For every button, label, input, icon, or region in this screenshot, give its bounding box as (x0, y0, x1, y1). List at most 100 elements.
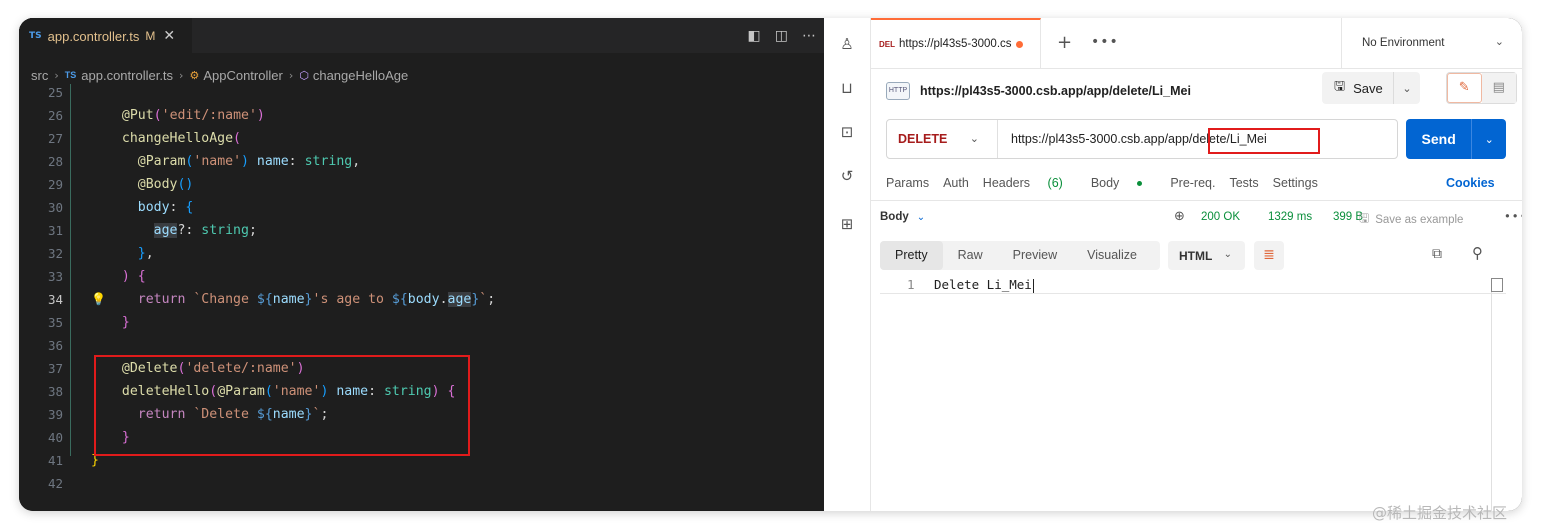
tab-headers[interactable]: Headers (6) (983, 176, 1077, 194)
method-select[interactable]: DELETE ⌄ (887, 120, 998, 158)
code-line: 28 @Param('name') name: string, (19, 150, 824, 173)
user-icon[interactable]: ♙ (837, 34, 857, 54)
code-text: return `Change ${name}'s age to ${body.a… (137, 292, 496, 307)
line-number: 35 (47, 315, 63, 330)
copy-icon[interactable]: ⧉ (1432, 246, 1442, 262)
request-tab[interactable]: DEL https://pl43s5-3000.cs (871, 18, 1041, 68)
scrollbar[interactable] (1491, 278, 1504, 511)
globe-icon[interactable]: ⊕ (1174, 209, 1185, 224)
toggle-sidebar-icon[interactable]: ◧ (748, 28, 761, 44)
tab-params[interactable]: Params (886, 176, 929, 194)
line-number: 36 (47, 338, 63, 353)
tab-tests[interactable]: Tests (1229, 176, 1258, 194)
body-indicator-dot (1137, 181, 1143, 187)
history-icon[interactable]: ↺ (837, 166, 857, 186)
more-options-icon[interactable]: ••• (1504, 209, 1522, 223)
editor-tab-app-controller[interactable]: TS app.controller.ts M ✕ (19, 18, 192, 53)
tab-pretty[interactable]: Pretty (880, 241, 943, 270)
code-line: 34 💡 return `Change ${name}'s age to ${bo… (19, 288, 824, 311)
status-badge[interactable]: 200 OK (1201, 211, 1240, 223)
response-text: Delete Li_Mei (934, 277, 1034, 293)
line-number: 25 (47, 85, 63, 100)
response-body-select[interactable]: Body ⌄ (880, 211, 925, 223)
line-number: 32 (47, 246, 63, 261)
postman-sidebar: ♙ ⊔ ⊡ ↺ ⊞ (824, 18, 871, 511)
typescript-icon: TS (29, 31, 42, 41)
tab-body[interactable]: Body (1091, 176, 1157, 194)
new-tab-button[interactable]: + (1057, 32, 1072, 53)
tab-pre-request[interactable]: Pre-req. (1170, 176, 1215, 194)
method-label: DELETE (898, 132, 948, 146)
send-options-button[interactable]: ⌄ (1472, 133, 1506, 146)
tab-settings[interactable]: Settings (1273, 176, 1318, 194)
trash-icon[interactable]: ⊔ (837, 78, 857, 98)
chevron-down-icon: ⌄ (916, 212, 926, 223)
code-text: ) { (121, 269, 146, 284)
send-button-group: Send ⌄ (1406, 119, 1506, 159)
highlight-box-url-path (1208, 128, 1320, 154)
request-name[interactable]: https://pl43s5-3000.csb.app/app/delete/L… (920, 84, 1191, 98)
response-time[interactable]: 1329 ms (1268, 211, 1312, 223)
save-button[interactable]: 🖫 Save (1322, 72, 1394, 104)
view-mode-toggle: ✎ ▤ (1446, 72, 1517, 104)
editor-actions: ◧ ◫ ⋯ (748, 18, 816, 53)
send-button[interactable]: Send (1406, 119, 1473, 159)
code-text: @Body() (137, 177, 194, 192)
line-number: 34 (47, 292, 63, 307)
more-actions-icon[interactable]: ⋯ (802, 28, 816, 44)
code-text: @Put('edit/:name') (121, 108, 265, 123)
documentation-icon[interactable]: ▤ (1481, 73, 1516, 103)
apps-icon[interactable]: ⊞ (837, 214, 857, 234)
headers-count: (6) (1047, 176, 1063, 190)
lightbulb-icon[interactable]: 💡 (91, 288, 106, 311)
code-text: } (121, 315, 130, 330)
text-cursor (1032, 278, 1034, 293)
more-tabs-icon[interactable]: ••• (1091, 34, 1119, 50)
line-number: 38 (47, 384, 63, 399)
split-editor-icon[interactable]: ◫ (775, 28, 788, 44)
line-number: 27 (47, 131, 63, 146)
edit-icon[interactable]: ✎ (1447, 73, 1482, 103)
tab-auth[interactable]: Auth (943, 176, 969, 194)
line-number: 28 (47, 154, 63, 169)
request-tab-label: https://pl43s5-3000.cs (899, 38, 1012, 50)
cookies-link[interactable]: Cookies (1446, 176, 1495, 190)
chevron-down-icon: ⌄ (1494, 35, 1504, 48)
code-line: 36 (19, 334, 824, 357)
code-text: }, (137, 246, 154, 261)
tab-preview[interactable]: Preview (998, 241, 1072, 270)
wrap-lines-icon[interactable]: ≣ (1254, 241, 1284, 270)
code-text: body: { (137, 200, 194, 215)
code-line: 31 age?: string; (19, 219, 824, 242)
format-tabs: Pretty Raw Preview Visualize (880, 241, 1160, 270)
save-as-example-button[interactable]: 🖫 Save as example (1359, 209, 1463, 230)
format-select[interactable]: HTML ⌄ (1168, 241, 1245, 270)
code-text: @Param('name') name: string, (137, 154, 361, 169)
collections-icon[interactable]: ⊡ (837, 122, 857, 142)
line-underline (880, 293, 1506, 294)
scrollbar-thumb[interactable] (1491, 278, 1503, 292)
chevron-right-icon: › (54, 68, 59, 82)
response-body[interactable]: 1 Delete Li_Mei (880, 276, 1506, 511)
save-label: Save (1353, 80, 1383, 96)
tab-raw[interactable]: Raw (943, 241, 998, 270)
line-number: 40 (47, 430, 63, 445)
chevron-right-icon: › (179, 68, 184, 82)
environment-label: No Environment (1362, 37, 1445, 49)
chevron-right-icon: › (288, 68, 294, 82)
url-bar: DELETE ⌄ https://pl43s5-3000.csb.app/app… (886, 119, 1398, 159)
code-line: 27 changeHelloAge( (19, 127, 824, 150)
tab-visualize[interactable]: Visualize (1072, 241, 1152, 270)
environment-select[interactable]: No Environment ⌄ (1341, 18, 1522, 68)
chevron-down-icon: ⌄ (969, 132, 979, 145)
request-tabs: Params Auth Headers (6) Body Pre-req. Te… (886, 176, 1332, 194)
close-icon[interactable]: ✕ (163, 28, 175, 44)
postman-tab-bar: DEL https://pl43s5-3000.cs + ••• No Envi… (871, 18, 1522, 69)
line-number: 29 (47, 177, 63, 192)
search-icon[interactable]: ⚲ (1472, 244, 1483, 262)
save-options-button[interactable]: ⌄ (1394, 82, 1420, 95)
code-text: changeHelloAge( (121, 131, 241, 146)
save-icon: 🖫 (1334, 79, 1346, 94)
line-number: 30 (47, 200, 63, 215)
line-number: 42 (47, 476, 63, 491)
